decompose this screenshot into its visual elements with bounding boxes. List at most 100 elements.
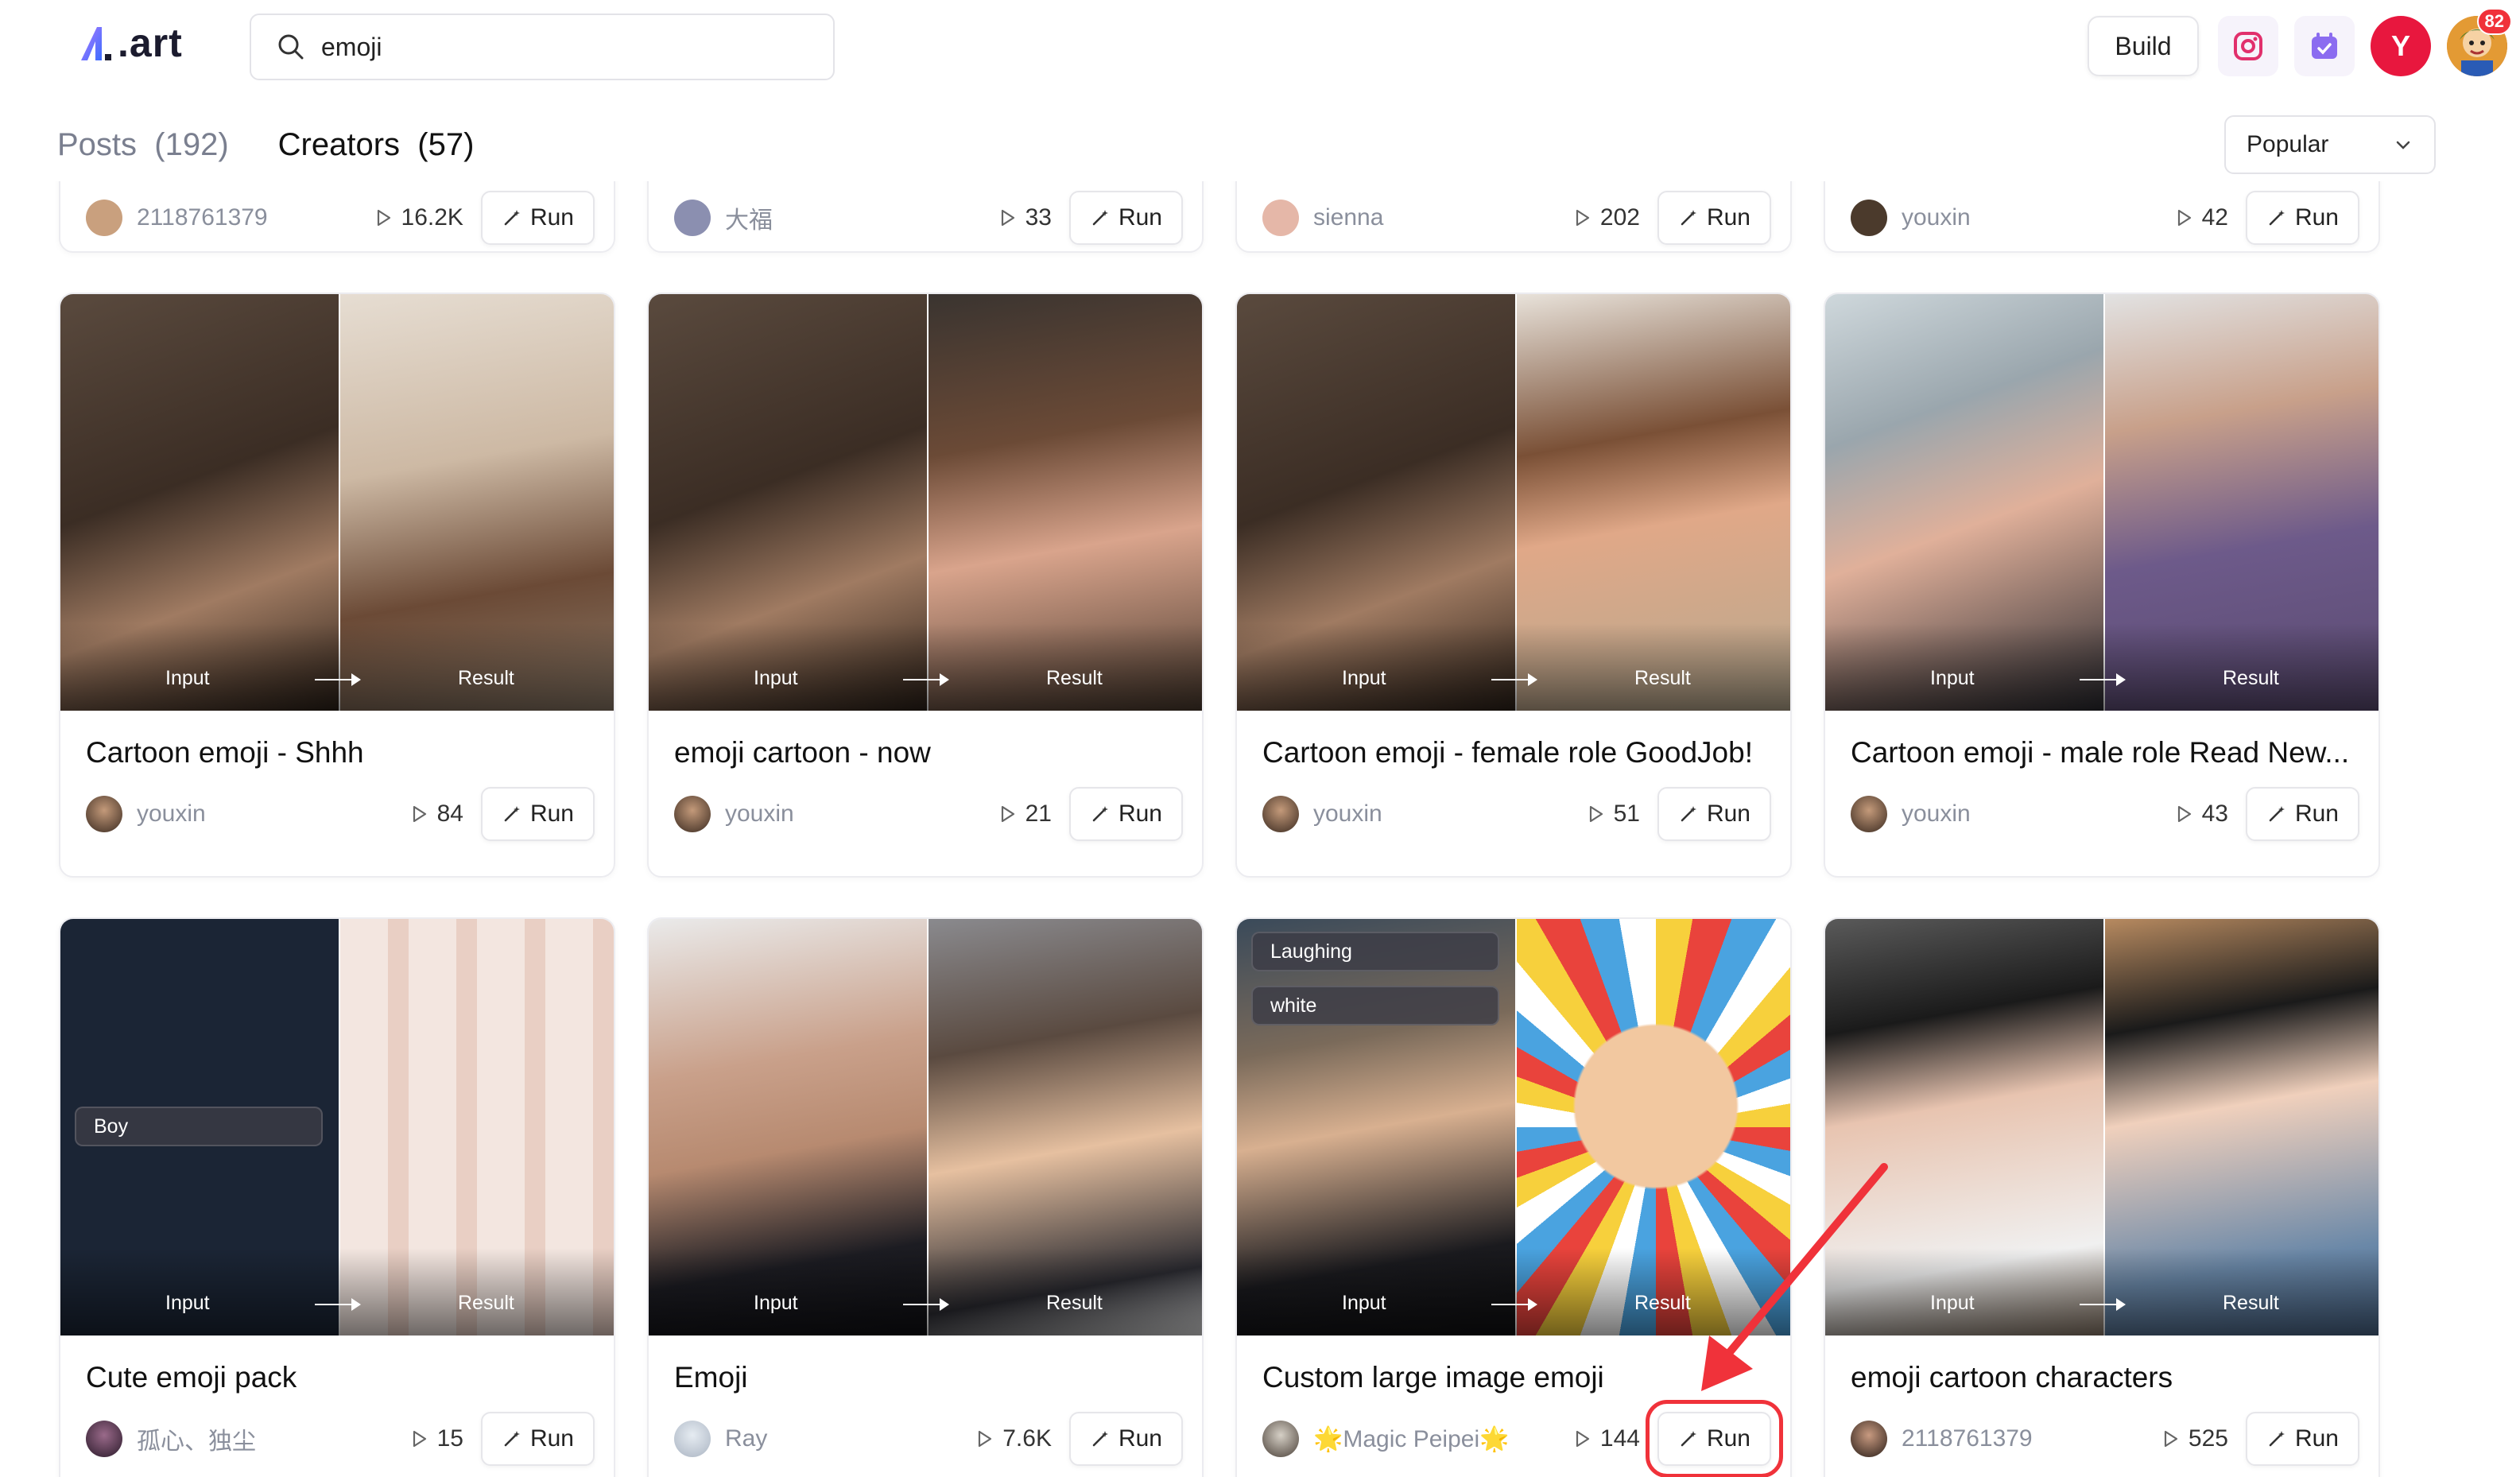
card-thumbnail[interactable]: Input Result [1237,294,1790,711]
author-name[interactable]: sienna [1313,204,1572,231]
author-avatar[interactable] [86,1421,122,1457]
run-button-label: Run [1118,1425,1162,1452]
author-avatar[interactable] [674,796,711,832]
author-name[interactable]: 🌟Magic Peipei🌟 [1313,1425,1572,1453]
card-title[interactable]: Cute emoji pack [86,1361,297,1394]
author-avatar[interactable] [674,1421,711,1457]
run-button[interactable]: Run [2245,191,2359,245]
thumbnail-shade [1237,623,1790,711]
author-name[interactable]: 2118761379 [137,204,373,231]
sort-dropdown[interactable]: Popular [2224,115,2436,174]
run-button[interactable]: Run [1068,787,1183,841]
run-button[interactable]: Run [480,787,595,841]
card-cartoon-emoji-shhh[interactable]: Input Result Cartoon emoji - Shhh youxin… [59,293,615,878]
author-avatar[interactable] [1851,1421,1887,1457]
card-title[interactable]: Custom large image emoji [1262,1361,1604,1394]
run-button[interactable]: Run [1068,191,1183,245]
author-name[interactable]: youxin [1313,801,1585,828]
tab-creators-label: Creators [277,126,401,162]
run-button[interactable]: Run [1657,787,1771,841]
tab-posts[interactable]: Posts (192) [57,127,229,163]
author-name[interactable]: 大福 [725,200,997,235]
card-cartoon-emoji-goodjob[interactable]: Input Result Cartoon emoji - female role… [1235,293,1792,878]
run-button[interactable]: Run [2245,1412,2359,1466]
author-avatar[interactable] [1262,796,1299,832]
author-name[interactable]: youxin [137,801,409,828]
input-label: Input [1342,1292,1386,1314]
notification-badge: 82 [2476,8,2512,35]
card-emoji-cartoon-characters[interactable]: Input Result emoji cartoon characters 21… [1824,917,2380,1477]
run-count: 525 [2160,1425,2228,1452]
run-count: 42 [2173,204,2228,231]
card-thumbnail[interactable]: Input Result [60,294,614,711]
card-title[interactable]: Cartoon emoji - female role GoodJob! [1262,736,1753,770]
card-emoji[interactable]: Input Result Emoji Ray 7.6K Run [647,917,1204,1477]
card-thumbnail[interactable]: Input Result [649,294,1202,711]
card-emoji-cartoon-now[interactable]: Input Result emoji cartoon - now youxin … [647,293,1204,878]
card-thumbnail[interactable]: Input Result [649,919,1202,1336]
author-avatar[interactable] [1262,200,1299,236]
run-button-label: Run [529,801,574,827]
card-title[interactable]: Emoji [674,1361,748,1394]
search-input[interactable] [321,32,798,62]
card-title[interactable]: emoji cartoon characters [1851,1361,2173,1394]
run-button-label: Run [1118,801,1162,827]
run-count-value: 15 [436,1425,463,1452]
author-name[interactable]: youxin [725,801,997,828]
top-bar: .art Build Y [0,0,2520,94]
daily-checkin-button[interactable] [2294,16,2355,76]
search-box[interactable] [250,14,835,80]
play-icon [413,805,426,823]
run-count: 16.2K [373,204,463,231]
card-thumbnail[interactable]: Boy Input Result [60,919,614,1336]
result-label: Result [458,667,514,689]
profile-avatar[interactable]: 82 [2447,8,2512,76]
magic-wand-icon [1681,1431,1696,1447]
author-name[interactable]: Ray [725,1425,974,1452]
magic-wand-icon [1681,210,1696,226]
thumbnail-shade [1825,1248,2378,1336]
card-footer: sienna 202 Run [1262,191,1771,245]
run-button[interactable]: Run [2245,787,2359,841]
tab-creators[interactable]: Creators (57) [278,127,475,163]
card-cartoon-emoji-read-news[interactable]: Input Result Cartoon emoji - male role R… [1824,293,2380,878]
user-avatar-letter[interactable]: Y [2371,16,2431,76]
author-avatar[interactable] [1851,200,1887,236]
run-button[interactable]: Run [480,1412,595,1466]
author-name[interactable]: 2118761379 [1902,1425,2160,1452]
result-label: Result [1634,1292,1691,1314]
build-button[interactable]: Build [2088,16,2199,76]
arrow-right-icon [903,1298,949,1311]
thumbnail-shade [1825,623,2378,711]
run-button[interactable]: Run [1068,1412,1183,1466]
magic-wand-icon [1092,806,1108,822]
run-count-value: 33 [1025,204,1052,231]
logo[interactable]: .art [76,19,183,67]
card-cute-emoji-pack[interactable]: Boy Input Result Cute emoji pack 孤心、独尘 1… [59,917,615,1477]
card-thumbnail[interactable]: Input Result [1825,919,2378,1336]
author-avatar[interactable] [674,200,711,236]
card-title[interactable]: Cartoon emoji - Shhh [86,736,364,770]
run-button[interactable]: Run [1645,1400,1784,1477]
play-icon [2177,209,2191,227]
author-avatar[interactable] [86,200,122,236]
run-button[interactable]: Run [480,191,595,245]
instagram-button[interactable] [2218,16,2278,76]
card-title[interactable]: Cartoon emoji - male role Read New... [1851,736,2349,770]
author-avatar[interactable] [1262,1421,1299,1457]
card-footer: 大福 33 Run [674,191,1183,245]
play-icon [1001,805,1014,823]
card-thumbnail[interactable]: Input Result [1825,294,2378,711]
author-name[interactable]: 孤心、独尘 [137,1421,409,1456]
card-title[interactable]: emoji cartoon - now [674,736,931,770]
author-name[interactable]: youxin [1902,204,2173,231]
run-button[interactable]: Run [1657,191,1771,245]
play-icon [1001,209,1014,227]
author-avatar[interactable] [86,796,122,832]
author-name[interactable]: youxin [1902,801,2173,828]
card-custom-large-image-emoji[interactable]: Laughing white Input Result Custom large… [1235,917,1792,1477]
card-thumbnail[interactable]: Laughing white Input Result [1237,919,1790,1336]
author-avatar[interactable] [1851,796,1887,832]
card-footer: 2118761379 525 Run [1851,1412,2359,1466]
run-button-label: Run [2294,204,2339,231]
